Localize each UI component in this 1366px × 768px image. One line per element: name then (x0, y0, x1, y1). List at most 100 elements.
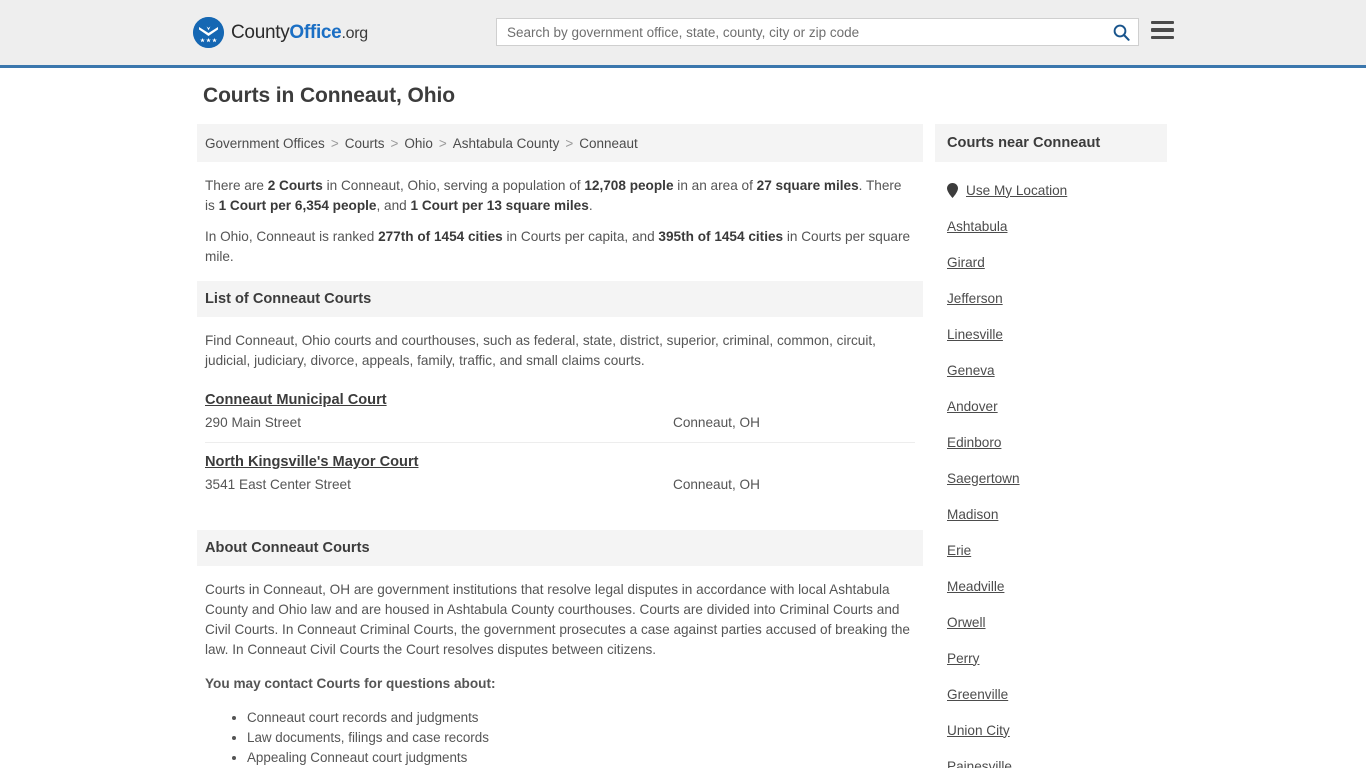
list-section-description: Find Conneaut, Ohio courts and courthous… (205, 333, 876, 368)
court-list-item[interactable]: North Kingsville's Mayor Court 3541 East… (205, 443, 915, 504)
court-meta: 3541 East Center Street Conneaut, OH (205, 477, 915, 492)
logo-text-org: .org (341, 24, 368, 42)
sidebar-heading: Courts near Conneaut (935, 124, 1167, 162)
use-my-location-link[interactable]: Use My Location (966, 183, 1067, 198)
court-address: 3541 East Center Street (205, 477, 351, 492)
page-title: Courts in Conneaut, Ohio (203, 84, 455, 107)
about-section-heading: About Conneaut Courts (197, 530, 923, 566)
sidebar-item-edinboro[interactable]: Edinboro (947, 424, 1167, 460)
stats-text: , and (376, 198, 411, 213)
breadcrumb-separator: > (330, 135, 339, 151)
stats-per-people: 1 Court per 6,354 people (218, 198, 377, 213)
sidebar-link[interactable]: Greenville (947, 687, 1008, 702)
list-section-body: Find Conneaut, Ohio courts and courthous… (197, 317, 923, 371)
breadcrumb-separator: > (565, 135, 574, 151)
contact-topics-list: Conneaut court records and judgments Law… (205, 708, 915, 768)
court-city: Conneaut, OH (673, 477, 760, 492)
site-header: CountyOffice.org (0, 0, 1366, 68)
about-section-body: Courts in Conneaut, OH are government in… (197, 566, 923, 768)
stats-text: . (588, 198, 593, 213)
sidebar-item-orwell[interactable]: Orwell (947, 604, 1167, 640)
logo-text-office: Office (289, 21, 342, 43)
hamburger-menu-icon[interactable] (1151, 21, 1174, 39)
stats-text: in Conneaut, Ohio, serving a population … (322, 178, 585, 193)
eagle-seal-icon (193, 17, 224, 48)
list-section-heading: List of Conneaut Courts (197, 281, 923, 317)
breadcrumb-item-courts[interactable]: Courts (345, 136, 385, 151)
stats-court-count: 2 Courts (267, 178, 323, 193)
list-item: Law documents, filings and case records (247, 728, 915, 748)
breadcrumb-separator: > (390, 135, 399, 151)
sidebar-item-perry[interactable]: Perry (947, 640, 1167, 676)
sidebar-link[interactable]: Union City (947, 723, 1010, 738)
breadcrumb-item-conneaut[interactable]: Conneaut (579, 136, 638, 151)
stats-area: 27 square miles (756, 178, 859, 193)
sidebar-link[interactable]: Meadville (947, 579, 1004, 594)
sidebar-link[interactable]: Saegertown (947, 471, 1020, 486)
page-body: Courts in Conneaut, Ohio Government Offi… (0, 68, 1366, 768)
search-icon (1113, 24, 1130, 41)
sidebar-item-meadville[interactable]: Meadville (947, 568, 1167, 604)
stats-paragraph-2: In Ohio, Conneaut is ranked 277th of 145… (205, 227, 915, 267)
logo-text-county: County (231, 21, 290, 43)
breadcrumb-item-ohio[interactable]: Ohio (404, 136, 433, 151)
hamburger-bar (1151, 28, 1174, 32)
sidebar-item-geneva[interactable]: Geneva (947, 352, 1167, 388)
stats-text: in Courts per capita, and (502, 229, 659, 244)
sidebar-link[interactable]: Ashtabula (947, 219, 1007, 234)
sidebar-item-ashtabula[interactable]: Ashtabula (947, 208, 1167, 244)
sidebar-link[interactable]: Andover (947, 399, 998, 414)
main-content: Government Offices > Courts > Ohio > Ash… (197, 124, 923, 768)
sidebar-link[interactable]: Edinboro (947, 435, 1001, 450)
sidebar-item-jefferson[interactable]: Jefferson (947, 280, 1167, 316)
search-bar[interactable] (496, 18, 1139, 46)
sidebar-item-painesville[interactable]: Painesville (947, 748, 1167, 768)
sidebar-link[interactable]: Geneva (947, 363, 995, 378)
contact-lead: You may contact Courts for questions abo… (205, 676, 496, 691)
sidebar-item-andover[interactable]: Andover (947, 388, 1167, 424)
breadcrumb-item-government-offices[interactable]: Government Offices (205, 136, 325, 151)
court-name-link[interactable]: North Kingsville's Mayor Court (205, 454, 418, 470)
site-logo[interactable]: CountyOffice.org (193, 17, 368, 48)
logo-text: CountyOffice.org (231, 22, 368, 44)
sidebar-link[interactable]: Linesville (947, 327, 1003, 342)
court-list: Conneaut Municipal Court 290 Main Street… (197, 381, 923, 504)
sidebar-item-greenville[interactable]: Greenville (947, 676, 1167, 712)
sidebar-link[interactable]: Painesville (947, 759, 1012, 768)
sidebar-item-linesville[interactable]: Linesville (947, 316, 1167, 352)
court-name-link[interactable]: Conneaut Municipal Court (205, 392, 387, 408)
sidebar-link[interactable]: Perry (947, 651, 979, 666)
court-address: 290 Main Street (205, 415, 301, 430)
stats-text: in an area of (673, 178, 757, 193)
stats-per-area: 1 Court per 13 square miles (410, 198, 589, 213)
search-button[interactable] (1104, 19, 1138, 45)
court-city: Conneaut, OH (673, 415, 760, 430)
court-meta: 290 Main Street Conneaut, OH (205, 415, 915, 430)
stats-population: 12,708 people (584, 178, 674, 193)
sidebar-link[interactable]: Jefferson (947, 291, 1003, 306)
map-pin-icon (947, 182, 958, 198)
sidebar-item-erie[interactable]: Erie (947, 532, 1167, 568)
about-paragraph: Courts in Conneaut, OH are government in… (205, 582, 910, 657)
sidebar-item-girard[interactable]: Girard (947, 244, 1167, 280)
search-input[interactable] (497, 24, 1104, 40)
sidebar-link[interactable]: Orwell (947, 615, 986, 630)
hamburger-bar (1151, 35, 1174, 39)
sidebar-link[interactable]: Madison (947, 507, 998, 522)
sidebar-item-saegertown[interactable]: Saegertown (947, 460, 1167, 496)
sidebar-item-union-city[interactable]: Union City (947, 712, 1167, 748)
sidebar-link[interactable]: Girard (947, 255, 985, 270)
breadcrumb-separator: > (438, 135, 447, 151)
sidebar-list: Use My Location Ashtabula Girard Jeffers… (935, 162, 1167, 768)
hamburger-bar (1151, 21, 1174, 25)
sidebar-item-use-my-location[interactable]: Use My Location (947, 172, 1167, 208)
content-columns: Government Offices > Courts > Ohio > Ash… (197, 124, 1366, 768)
sidebar-link[interactable]: Erie (947, 543, 971, 558)
sidebar: Courts near Conneaut Use My Location Ash… (935, 124, 1167, 768)
sidebar-item-madison[interactable]: Madison (947, 496, 1167, 532)
stats-rank-area: 395th of 1454 cities (658, 229, 784, 244)
court-list-item[interactable]: Conneaut Municipal Court 290 Main Street… (205, 381, 915, 443)
stats-paragraph-1: There are 2 Courts in Conneaut, Ohio, se… (205, 176, 915, 216)
list-item: Conneaut court records and judgments (247, 708, 915, 728)
breadcrumb-item-ashtabula-county[interactable]: Ashtabula County (453, 136, 560, 151)
